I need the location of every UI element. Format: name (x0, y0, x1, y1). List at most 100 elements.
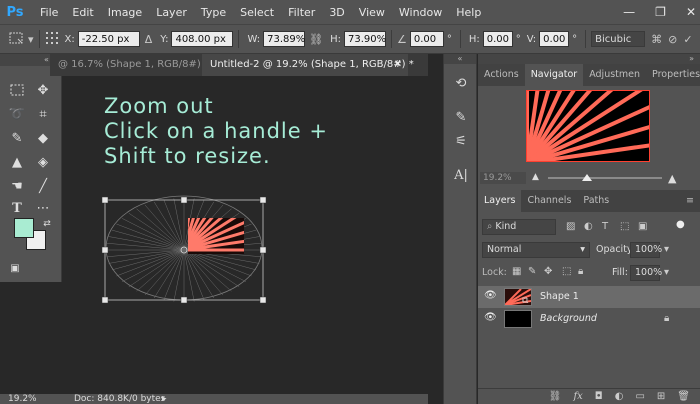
menu-edit[interactable]: Edit (72, 6, 93, 19)
tab-actions[interactable]: Actions (478, 64, 525, 86)
tab-navigator[interactable]: Navigator (524, 64, 584, 86)
minimize-icon[interactable]: — (623, 5, 635, 19)
bucket-icon[interactable]: ◈ (32, 152, 54, 172)
lock-transparent-icon[interactable]: ▦ (512, 266, 521, 277)
tab-paths[interactable]: Paths (577, 190, 615, 212)
filter-shape-icon[interactable]: ⬚ (620, 221, 629, 232)
eye-icon[interactable]: 👁︎ (484, 312, 497, 324)
navigator-thumbnail[interactable] (526, 90, 650, 162)
layer-row-shape-1[interactable]: 👁︎ ⧉ Shape 1 (478, 286, 700, 308)
reference-point-icon[interactable] (45, 31, 59, 48)
filter-type-icon[interactable]: T (602, 221, 608, 232)
menu-image[interactable]: Image (108, 6, 142, 19)
tab-adjustments[interactable]: Adjustmen (583, 64, 646, 86)
sliders-icon[interactable]: ⚟ (449, 130, 473, 152)
brush-settings-icon[interactable]: ✎ (449, 106, 473, 128)
warp-icon[interactable]: ⌘ (651, 33, 662, 46)
shape-transform[interactable] (98, 194, 268, 310)
close-icon[interactable]: ✕ (686, 5, 696, 19)
tab-document-2[interactable]: Untitled-2 @ 19.2% (Shape 1, RGB/8#) * ✕ (202, 54, 414, 76)
zoom-out-icon[interactable]: ▲ (532, 172, 539, 182)
collapse-right-panel-icon[interactable]: » (478, 54, 700, 64)
menu-view[interactable]: View (359, 6, 385, 19)
lock-position-icon[interactable]: ✥ (544, 266, 552, 277)
menu-help[interactable]: Help (456, 6, 481, 19)
stamp-icon[interactable]: ▲ (6, 152, 28, 172)
type-icon[interactable]: T (6, 198, 28, 218)
chevron-down-icon[interactable]: ▾ (664, 267, 669, 278)
add-mask-icon[interactable]: ◘ (595, 391, 603, 402)
x-field[interactable]: -22.50 px (77, 31, 140, 47)
fx-icon[interactable]: fx (573, 391, 582, 402)
menu-select[interactable]: Select (240, 6, 274, 19)
angle-unit: ° (446, 33, 452, 45)
interpolation-select[interactable]: Bicubic (591, 31, 646, 47)
delta-icon[interactable]: Δ (145, 33, 153, 46)
fill-field[interactable]: 100% (630, 265, 662, 281)
filter-toggle-icon[interactable]: ● (676, 219, 685, 230)
kind-filter-select[interactable]: ⌕ Kind (482, 219, 556, 235)
swap-colors-icon[interactable]: ⇄ (36, 214, 58, 234)
menu-filter[interactable]: Filter (288, 6, 315, 19)
marquee-icon[interactable] (6, 80, 28, 100)
commit-transform-icon[interactable]: ✓ (683, 33, 692, 46)
vskew-field[interactable]: 0.00 (539, 31, 570, 47)
collapse-panels-icon[interactable]: « (444, 54, 476, 64)
link-layers-icon[interactable]: ⛓ (549, 391, 562, 402)
w-field[interactable]: 73.89% (263, 31, 305, 47)
transform-tool-icon[interactable] (8, 31, 24, 48)
pen-icon[interactable]: ╱ (32, 176, 54, 196)
quick-mask-icon[interactable]: ▣ (4, 258, 26, 278)
status-zoom[interactable]: 19.2% (8, 394, 37, 404)
eraser-icon[interactable]: ◆ (32, 128, 54, 148)
move-icon[interactable]: ✥ (32, 80, 54, 100)
canvas-area[interactable]: Zoom out Click on a handle + Shift to re… (62, 76, 428, 394)
layer-row-background[interactable]: 👁︎ Background 🔒︎ (478, 308, 700, 330)
angle-field[interactable]: 0.00 (409, 31, 444, 47)
tab-properties[interactable]: Properties (646, 64, 700, 86)
tab-channels[interactable]: Channels (521, 190, 577, 212)
history-icon[interactable]: ⟲ (449, 72, 473, 94)
h-field[interactable]: 73.90% (343, 31, 386, 47)
lock-pixels-icon[interactable]: ✎ (528, 266, 536, 277)
character-icon[interactable]: A| (449, 164, 473, 186)
opacity-field[interactable]: 100% (630, 242, 662, 258)
crop-icon[interactable]: ⌗ (32, 104, 54, 124)
new-layer-icon[interactable]: ⊞ (657, 391, 665, 402)
status-arrow-icon[interactable]: ▸ (162, 394, 167, 404)
menu-3d[interactable]: 3D (329, 6, 344, 19)
filter-smart-icon[interactable]: ▣ (638, 221, 647, 232)
lasso-icon[interactable]: ➰ (6, 104, 28, 124)
brush-icon[interactable]: ✎ (6, 128, 28, 148)
new-group-icon[interactable]: ▭ (635, 391, 644, 402)
layers-menu-icon[interactable]: ≡ (680, 190, 700, 212)
filter-adjustment-icon[interactable]: ◐ (584, 221, 593, 232)
restore-icon[interactable]: ❐ (655, 5, 666, 19)
tab-layers[interactable]: Layers (478, 190, 522, 212)
foreground-color-swatch[interactable] (14, 218, 34, 238)
menu-layer[interactable]: Layer (156, 6, 187, 19)
navigator-zoom-slider[interactable] (548, 177, 662, 179)
navigator-slider-knob[interactable] (582, 174, 592, 181)
tab-document-1[interactable]: @ 16.7% (Shape 1, RGB/8#) * (50, 54, 209, 76)
adjustment-layer-icon[interactable]: ◐ (615, 391, 624, 402)
chevron-down-icon[interactable]: ▾ (664, 244, 669, 255)
filter-pixel-icon[interactable]: ▨ (566, 221, 575, 232)
y-field[interactable]: 408.00 px (171, 31, 234, 47)
lock-all-icon[interactable]: 🔒︎ (578, 266, 583, 277)
navigator-zoom-field[interactable]: 19.2% (480, 172, 526, 184)
delete-layer-icon[interactable]: 🗑︎ (677, 391, 690, 402)
chevron-down-icon[interactable]: ▾ (28, 33, 34, 46)
smudge-icon[interactable]: ☚ (6, 176, 28, 196)
lock-artboard-icon[interactable]: ⬚ (562, 266, 571, 277)
blend-mode-select[interactable]: Normal ▾ (482, 242, 590, 258)
eye-icon[interactable]: 👁︎ (484, 290, 497, 302)
menu-window[interactable]: Window (399, 6, 442, 19)
hskew-field[interactable]: 0.00 (482, 31, 513, 47)
menu-file[interactable]: File (40, 6, 58, 19)
link-icon[interactable]: ⛓ (309, 33, 323, 46)
zoom-in-icon[interactable]: ▲ (668, 172, 676, 185)
close-tab-icon[interactable]: ✕ (394, 54, 402, 76)
cancel-transform-icon[interactable]: ⊘ (668, 33, 677, 46)
menu-type[interactable]: Type (201, 6, 226, 19)
